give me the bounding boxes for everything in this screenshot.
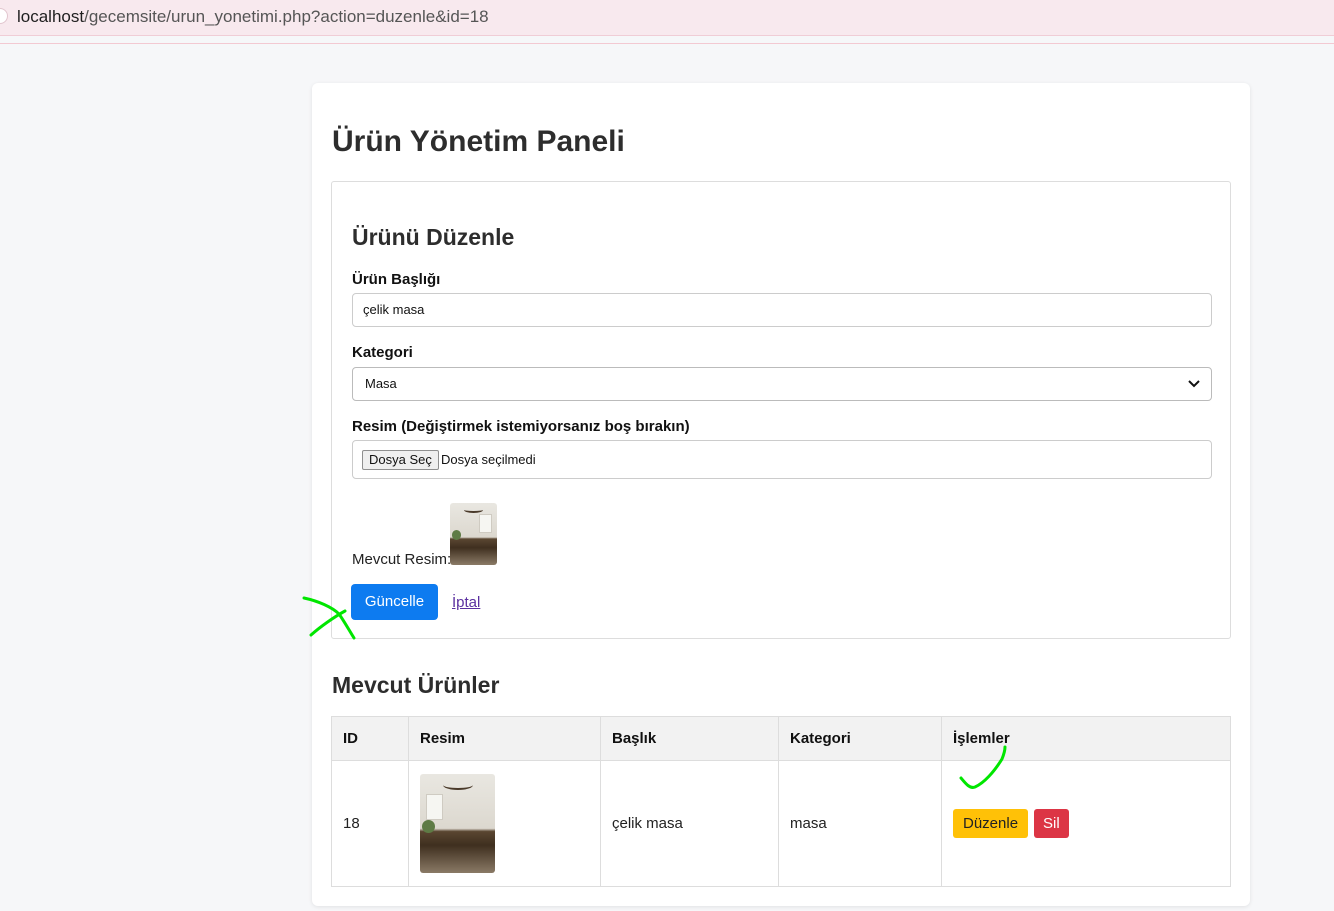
current-image-label: Mevcut Resim:: [352, 551, 452, 568]
cell-category: masa: [778, 760, 942, 887]
cell-image: [408, 760, 601, 887]
url-path: /gecemsite/urun_yonetimi.php?action=duze…: [84, 7, 489, 26]
column-header-id: ID: [331, 716, 409, 761]
category-label: Kategori: [352, 344, 413, 361]
window-detail: [479, 514, 493, 533]
products-section-title: Mevcut Ürünler: [332, 672, 500, 698]
chevron-down-icon: [1188, 380, 1200, 388]
file-status: Dosya seçilmedi: [441, 452, 536, 467]
edit-form-title: Ürünü Düzenle: [352, 224, 515, 250]
image-file-input[interactable]: Dosya Seç Dosya seçilmedi: [352, 440, 1212, 479]
column-header-title: Başlık: [600, 716, 779, 761]
site-info-icon[interactable]: [0, 8, 8, 24]
address-url[interactable]: localhost/gecemsite/urun_yonetimi.php?ac…: [17, 7, 489, 27]
title-label: Ürün Başlığı: [352, 271, 441, 288]
table-row: 18 çelik masa masa Düzenle Sil: [331, 760, 1231, 887]
column-header-actions: İşlemler: [941, 716, 1231, 761]
table-header-row: ID Resim Başlık Kategori İşlemler: [331, 716, 1231, 761]
title-input[interactable]: çelik masa: [352, 293, 1212, 327]
browser-address-bar[interactable]: localhost/gecemsite/urun_yonetimi.php?ac…: [0, 0, 1334, 36]
plant-detail: [421, 819, 435, 834]
toolbar-divider: [0, 43, 1334, 44]
product-thumbnail: [420, 774, 495, 873]
category-selected-value: Masa: [365, 376, 397, 391]
edit-form: Ürünü Düzenle Ürün Başlığı çelik masa Ka…: [331, 181, 1231, 639]
column-header-image: Resim: [408, 716, 601, 761]
image-label: Resim (Değiştirmek istemiyorsanız boş bı…: [352, 418, 690, 435]
chandelier-detail: [442, 780, 473, 790]
update-button[interactable]: Güncelle: [351, 584, 438, 620]
page-title: Ürün Yönetim Paneli: [332, 125, 625, 158]
column-header-category: Kategori: [778, 716, 942, 761]
choose-file-button[interactable]: Dosya Seç: [362, 450, 439, 470]
category-select[interactable]: Masa: [352, 367, 1212, 401]
plant-detail: [451, 530, 462, 541]
chandelier-detail: [464, 507, 483, 513]
delete-button[interactable]: Sil: [1034, 809, 1069, 838]
edit-button[interactable]: Düzenle: [953, 809, 1029, 838]
url-host: localhost: [17, 7, 85, 26]
window-detail: [426, 793, 443, 820]
cell-actions: Düzenle Sil: [941, 760, 1231, 887]
cell-title: çelik masa: [600, 760, 779, 887]
cancel-link[interactable]: İptal: [452, 594, 480, 611]
main-card: Ürün Yönetim Paneli Ürünü Düzenle Ürün B…: [312, 83, 1250, 906]
current-image-thumbnail: [450, 503, 497, 565]
products-table: ID Resim Başlık Kategori İşlemler 18 çel…: [331, 716, 1231, 887]
cell-id: 18: [331, 760, 409, 887]
